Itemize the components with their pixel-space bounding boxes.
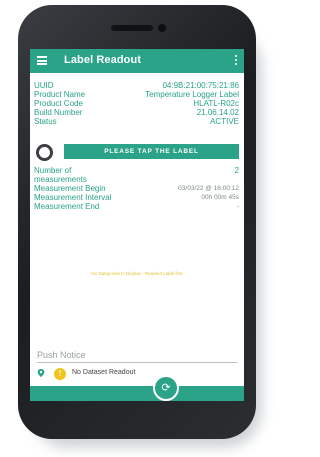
phone-camera [158,24,166,32]
more-vert-icon[interactable] [235,55,238,67]
app-screen: Label Readout UUID 04:9B:21:00:75:21:86 … [30,49,244,401]
info-row-status: Status ACTIVE [34,117,239,126]
measurement-value: 00h 00m 45s [201,194,239,201]
nfc-ring-icon [36,144,53,161]
measurement-row-count: Number of measurements 2 [34,166,239,184]
info-value: 04:9B:21:00:75:21:86 [162,81,239,90]
measurement-label: Measurement Begin [34,184,106,193]
info-label: Status [34,117,57,126]
refresh-icon[interactable]: ⟳ [153,375,179,401]
measurement-row-end: Measurement End - [34,202,239,211]
empty-chart-message: No Datapoints to Display - Readout Label… [91,271,183,276]
measurement-row-begin: Measurement Begin 03/03/22 @ 16:00:12 [34,184,239,193]
measurement-value: 03/03/22 @ 16:00:12 [178,185,239,192]
info-row-build-number: Build Number 21.06.14.02 [34,108,239,117]
info-label: Product Name [34,90,86,99]
status-value: ACTIVE [210,117,239,126]
info-label: Build Number [34,108,83,117]
dataset-status-text: No Dataset Readout [72,369,136,376]
measurement-label: Number of measurements [34,166,87,184]
push-notice-divider [37,362,237,363]
info-value: 21.06.14.02 [196,108,239,117]
menu-icon[interactable] [37,56,47,65]
info-row-product-name: Product Name Temperature Logger Label [34,90,239,99]
warning-badge-icon[interactable]: ! [54,368,66,380]
info-label: UUID [34,81,54,90]
measurement-value: - [236,203,239,210]
app-bar: Label Readout [30,49,244,73]
bottom-bar [30,386,244,401]
device-info: UUID 04:9B:21:00:75:21:86 Product Name T… [34,81,239,126]
measurement-label: Measurement End [34,202,100,211]
measurement-label: Measurement Interval [34,193,112,202]
tap-label-button[interactable]: PLEASE TAP THE LABEL [64,144,239,159]
location-pin-icon[interactable] [37,369,45,377]
info-value: HLATL-R02c [193,99,239,108]
info-row-uuid: UUID 04:9B:21:00:75:21:86 [34,81,239,90]
phone-speaker [111,25,153,31]
app-title: Label Readout [64,54,142,66]
push-notice-label: Push Notice [37,350,86,360]
measurement-row-interval: Measurement Interval 00h 00m 45s [34,193,239,202]
info-label: Product Code [34,99,83,108]
measurement-info: Number of measurements 2 Measurement Beg… [34,166,239,211]
phone-frame: Label Readout UUID 04:9B:21:00:75:21:86 … [18,5,256,439]
info-value: Temperature Logger Label [145,90,239,99]
measurement-value: 2 [234,166,239,175]
info-row-product-code: Product Code HLATL-R02c [34,99,239,108]
